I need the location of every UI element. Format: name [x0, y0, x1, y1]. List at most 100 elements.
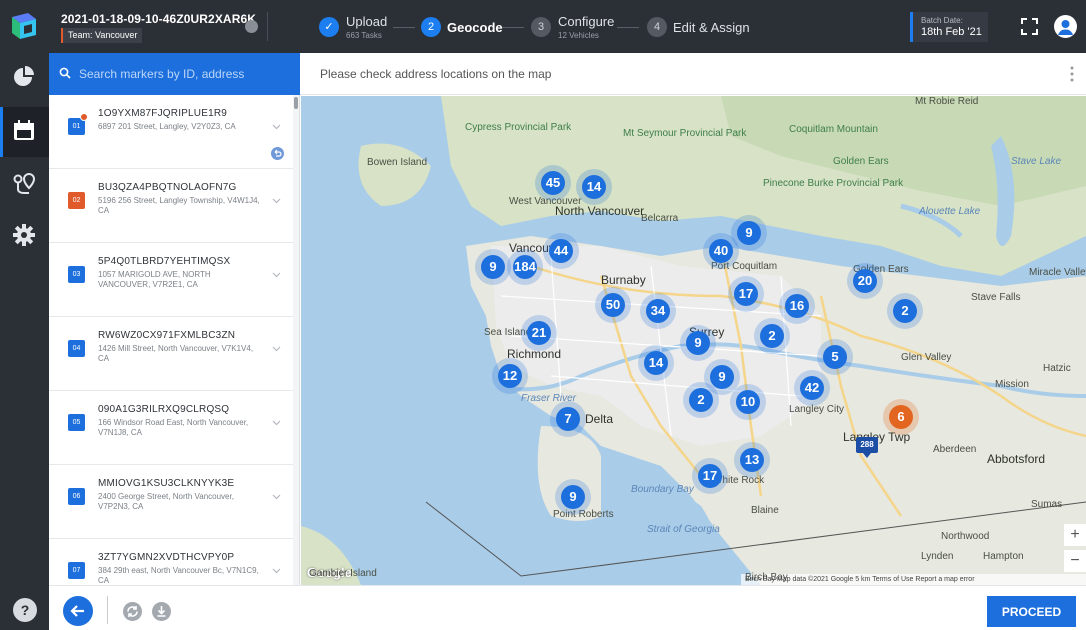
- chevron-down-icon[interactable]: [272, 198, 281, 204]
- marker-cluster[interactable]: 2: [893, 299, 917, 323]
- list-item[interactable]: 01 1O9YXM87FJQRIPLUE1R9 6897 201 Street, L…: [49, 95, 293, 169]
- marker-pin[interactable]: 288: [856, 437, 878, 458]
- item-id: MMIOVG1KSU3CLKNYYK3E: [98, 478, 235, 489]
- info-message: Please check address locations on the ma…: [320, 67, 552, 81]
- list-item[interactable]: 07 3ZT7YGMN2XVDTHCVPY0P 384 29th east, Nor…: [49, 539, 293, 585]
- undo-icon[interactable]: [271, 147, 284, 160]
- step-configure-number[interactable]: 3: [531, 17, 551, 37]
- marker-cluster[interactable]: 2: [760, 324, 784, 348]
- proceed-button[interactable]: PROCEED: [987, 596, 1076, 627]
- marker-cluster[interactable]: 50: [601, 293, 625, 317]
- help-icon[interactable]: ?: [13, 598, 37, 622]
- marker-cluster[interactable]: 34: [646, 299, 670, 323]
- map-place-label: Gambier Island: [309, 568, 377, 579]
- marker-cluster[interactable]: 17: [734, 282, 758, 306]
- marker-cluster[interactable]: 17: [698, 464, 722, 488]
- marker-cluster[interactable]: 14: [582, 175, 606, 199]
- chevron-down-icon[interactable]: [272, 272, 281, 278]
- chevron-down-icon[interactable]: [272, 568, 281, 574]
- map-place-label: Abbotsford: [987, 452, 1046, 466]
- list-item[interactable]: 03 5P4Q0TLBRD7YEHTIMQSX 1057 MARIGOLD AVE,…: [49, 243, 293, 317]
- list-item[interactable]: 06 MMIOVG1KSU3CLKNYYK3E 2400 George Street…: [49, 465, 293, 539]
- map-place-label: Mt Seymour Provincial Park: [623, 128, 747, 139]
- marker-cluster[interactable]: 16: [785, 294, 809, 318]
- list-item[interactable]: 02 BU3QZA4PBQTNOLAOFN7G 5196 256 Street, L…: [49, 169, 293, 243]
- marker-cluster[interactable]: 14: [644, 351, 668, 375]
- map-place-label: Boundary Bay: [631, 484, 694, 495]
- step-edit-assign-label[interactable]: Edit & Assign: [673, 20, 750, 35]
- rail-settings[interactable]: [0, 211, 49, 261]
- step-configure-label[interactable]: Configure: [558, 14, 614, 29]
- map-place-label: Golden Ears: [833, 156, 889, 167]
- map-place-label: Fraser River: [521, 393, 577, 404]
- marker-cluster[interactable]: 40: [709, 239, 733, 263]
- item-id: 3ZT7YGMN2XVDTHCVPY0P: [98, 552, 235, 563]
- fullscreen-icon[interactable]: [1021, 18, 1038, 35]
- marker-cluster[interactable]: 42: [800, 376, 824, 400]
- list-scrollbar[interactable]: [294, 97, 298, 109]
- marker-cluster[interactable]: 9: [710, 365, 734, 389]
- marker-cluster[interactable]: 5: [823, 345, 847, 369]
- user-avatar-icon[interactable]: [1054, 15, 1077, 38]
- chevron-down-icon[interactable]: [272, 494, 281, 500]
- marker-cluster[interactable]: 9: [561, 485, 585, 509]
- map-place-label: Mt Robie Reid: [915, 96, 979, 107]
- list-item[interactable]: 05 090A1G3RILRXQ9CLRQSQ 166 Windsor Road E…: [49, 391, 293, 465]
- map-place-label: Blaine: [751, 505, 779, 516]
- map-attribution[interactable]: Birch Bay Map data ©2021 Google 5 km Ter…: [741, 574, 1086, 585]
- step-upload-check-icon[interactable]: ✓: [319, 17, 339, 37]
- zoom-out-button[interactable]: −: [1064, 550, 1086, 572]
- marker-cluster[interactable]: 2: [689, 388, 713, 412]
- map-place-label: Aberdeen: [933, 444, 977, 455]
- app-logo-icon[interactable]: [8, 9, 42, 43]
- map-place-label: Alouette Lake: [919, 206, 981, 217]
- marker-cluster[interactable]: 21: [527, 321, 551, 345]
- marker-cluster[interactable]: 7: [556, 407, 580, 431]
- chevron-down-icon[interactable]: [272, 420, 281, 426]
- item-id: BU3QZA4PBQTNOLAOFN7G: [98, 182, 237, 193]
- rail-routes[interactable]: [0, 159, 49, 209]
- map-view[interactable]: Google Birch Bay Map data ©2021 Google 5…: [301, 96, 1086, 585]
- marker-cluster[interactable]: 13: [740, 448, 764, 472]
- calendar-icon: [14, 120, 34, 140]
- map-place-label: Mission: [995, 379, 1029, 390]
- back-button[interactable]: [63, 596, 93, 626]
- marker-cluster[interactable]: 9: [737, 221, 761, 245]
- marker-cluster[interactable]: 184: [513, 255, 537, 279]
- step-upload-label[interactable]: Upload: [346, 14, 387, 29]
- refresh-button[interactable]: [123, 602, 142, 621]
- chevron-down-icon[interactable]: [272, 124, 281, 130]
- more-options-icon[interactable]: [1070, 66, 1074, 82]
- list-item[interactable]: 04 RW6WZ0CX971FXMLBC3ZN 1426 Mill Street, …: [49, 317, 293, 391]
- search-input[interactable]: [79, 65, 293, 83]
- marker-cluster[interactable]: 12: [498, 364, 522, 388]
- refresh-icon: [127, 606, 138, 617]
- marker-cluster[interactable]: 44: [549, 239, 573, 263]
- marker-cluster[interactable]: 45: [541, 171, 565, 195]
- zoom-in-button[interactable]: +: [1064, 524, 1086, 546]
- download-button[interactable]: [152, 602, 171, 621]
- marker-cluster[interactable]: 9: [686, 331, 710, 355]
- step-geocode-number[interactable]: 2: [421, 17, 441, 37]
- map-place-label: Lynden: [921, 551, 954, 562]
- step-geocode-label[interactable]: Geocode: [447, 20, 503, 35]
- marker-cluster-warning[interactable]: 6: [889, 405, 913, 429]
- map-place-label: Stave Falls: [971, 292, 1021, 303]
- item-address: 384 29th east, North Vancouver Bc, V7N1C…: [98, 566, 259, 585]
- marker-cluster[interactable]: 9: [481, 255, 505, 279]
- item-address: 2400 George Street, North Vancouver, V7P…: [98, 492, 234, 511]
- item-id: 090A1G3RILRXQ9CLRQSQ: [98, 404, 230, 415]
- map-place-label: Sea Island: [484, 327, 532, 338]
- rail-dashboard[interactable]: [0, 53, 49, 103]
- marker-cluster[interactable]: 20: [853, 269, 877, 293]
- chevron-down-icon[interactable]: [272, 346, 281, 352]
- batch-id: 2021-01-18-09-10-46Z0UR2XAR6K: [61, 12, 256, 26]
- step-edit-assign-number[interactable]: 4: [647, 17, 667, 37]
- map-place-label: Sumas: [1031, 499, 1063, 510]
- marker-cluster[interactable]: 10: [736, 390, 760, 414]
- item-address: 166 Windsor Road East, North Vancouver, …: [98, 418, 249, 437]
- step-connector: [502, 27, 524, 28]
- map-place-label: Delta: [585, 412, 614, 426]
- address-list[interactable]: 01 1O9YXM87FJQRIPLUE1R9 6897 201 Street, L…: [49, 95, 300, 585]
- rail-schedule[interactable]: [0, 107, 49, 157]
